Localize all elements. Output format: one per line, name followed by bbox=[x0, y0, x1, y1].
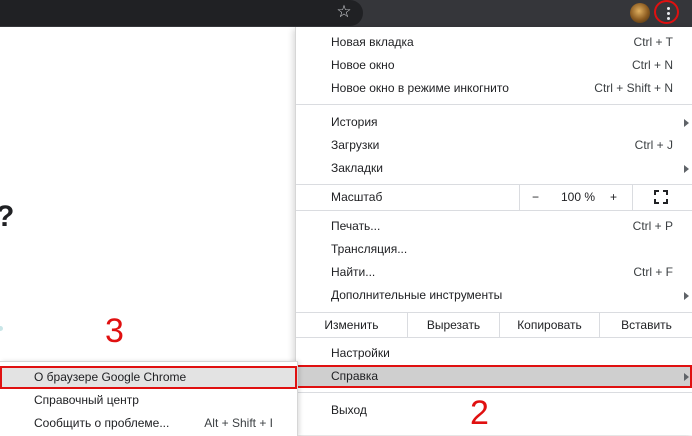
page-text-fragment: ? bbox=[0, 200, 14, 234]
chrome-main-menu: Новая вкладка Ctrl + T Новое окно Ctrl +… bbox=[295, 27, 692, 435]
menu-item-label: История bbox=[331, 115, 378, 129]
zoom-out-button[interactable]: − bbox=[532, 185, 539, 210]
menu-item-shortcut: Ctrl + Shift + N bbox=[594, 81, 673, 95]
menu-item-cast[interactable]: Трансляция... bbox=[296, 238, 692, 261]
paste-button[interactable]: Вставить bbox=[599, 313, 692, 337]
highlight-box bbox=[0, 366, 297, 389]
fullscreen-icon[interactable] bbox=[654, 190, 668, 204]
menu-item-shortcut: Ctrl + F bbox=[633, 265, 673, 279]
menu-item-incognito[interactable]: Новое окно в режиме инкогнито Ctrl + Shi… bbox=[296, 77, 692, 100]
menu-separator bbox=[296, 392, 692, 393]
menu-item-exit[interactable]: Выход bbox=[296, 399, 692, 422]
menu-item-shortcut: Ctrl + T bbox=[633, 35, 673, 49]
menu-separator bbox=[296, 210, 692, 211]
zoom-in-button[interactable]: + bbox=[610, 185, 617, 210]
menu-item-label: Новая вкладка bbox=[331, 35, 414, 49]
highlight-circle bbox=[654, 0, 679, 24]
menu-item-new-window[interactable]: Новое окно Ctrl + N bbox=[296, 54, 692, 77]
edit-label: Изменить bbox=[324, 318, 379, 332]
zoom-value: 100 % bbox=[560, 190, 596, 204]
menu-edit-row: Изменить Вырезать Копировать Вставить bbox=[296, 313, 692, 337]
zoom-controls: − 100 % + bbox=[519, 185, 633, 210]
menu-item-label: Печать... bbox=[331, 219, 381, 233]
menu-item-label: Настройки bbox=[331, 346, 390, 360]
submenu-item-about-chrome[interactable]: О браузере Google Chrome bbox=[0, 366, 297, 389]
menu-item-label: Новое окно в режиме инкогнито bbox=[331, 81, 509, 95]
submenu-arrow-icon bbox=[684, 165, 689, 173]
menu-item-help[interactable]: Справка bbox=[296, 365, 692, 388]
menu-separator bbox=[296, 104, 692, 105]
submenu-item-label: Справочный центр bbox=[34, 393, 139, 407]
menu-item-downloads[interactable]: Загрузки Ctrl + J bbox=[296, 134, 692, 157]
help-submenu: О браузере Google Chrome Справочный цент… bbox=[0, 361, 298, 436]
menu-item-label: Трансляция... bbox=[331, 242, 408, 256]
submenu-item-help-center[interactable]: Справочный центр bbox=[0, 389, 297, 412]
menu-item-new-tab[interactable]: Новая вкладка Ctrl + T bbox=[296, 31, 692, 54]
zoom-label: Масштаб bbox=[331, 190, 383, 204]
submenu-item-label: Сообщить о проблеме... bbox=[34, 416, 170, 430]
menu-item-label: Закладки bbox=[331, 161, 383, 175]
cut-button[interactable]: Вырезать bbox=[407, 313, 499, 337]
menu-item-label: Найти... bbox=[331, 265, 376, 279]
menu-zoom-row: Масштаб − 100 % + bbox=[296, 185, 692, 210]
menu-item-label: Новое окно bbox=[331, 58, 395, 72]
menu-item-find[interactable]: Найти... Ctrl + F bbox=[296, 261, 692, 284]
browser-toolbar: ☆ bbox=[0, 0, 692, 27]
copy-button[interactable]: Копировать bbox=[499, 313, 599, 337]
submenu-item-report-issue[interactable]: Сообщить о проблеме... Alt + Shift + I bbox=[0, 412, 297, 435]
callout-3: 3 bbox=[105, 312, 124, 350]
menu-item-print[interactable]: Печать... Ctrl + P bbox=[296, 215, 692, 238]
menu-item-label: Загрузки bbox=[331, 138, 380, 152]
submenu-item-shortcut: Alt + Shift + I bbox=[204, 416, 273, 430]
bookmark-star-icon[interactable]: ☆ bbox=[334, 2, 354, 22]
callout-2: 2 bbox=[470, 394, 489, 432]
menu-item-settings[interactable]: Настройки bbox=[296, 342, 692, 365]
menu-item-more-tools[interactable]: Дополнительные инструменты bbox=[296, 284, 692, 307]
menu-item-label: Выход bbox=[331, 403, 367, 417]
submenu-arrow-icon bbox=[684, 119, 689, 127]
menu-item-bookmarks[interactable]: Закладки bbox=[296, 157, 692, 180]
menu-item-shortcut: Ctrl + J bbox=[634, 138, 673, 152]
address-bar[interactable] bbox=[0, 0, 363, 26]
menu-separator bbox=[296, 337, 692, 338]
menu-item-shortcut: Ctrl + N bbox=[631, 58, 673, 72]
menu-item-label: Дополнительные инструменты bbox=[331, 288, 503, 302]
menu-item-history[interactable]: История bbox=[296, 111, 692, 134]
menu-item-shortcut: Ctrl + P bbox=[632, 219, 673, 233]
avatar-icon[interactable] bbox=[630, 3, 650, 23]
page-decoration bbox=[0, 326, 3, 331]
highlight-box bbox=[296, 365, 692, 388]
submenu-arrow-icon bbox=[684, 292, 689, 300]
